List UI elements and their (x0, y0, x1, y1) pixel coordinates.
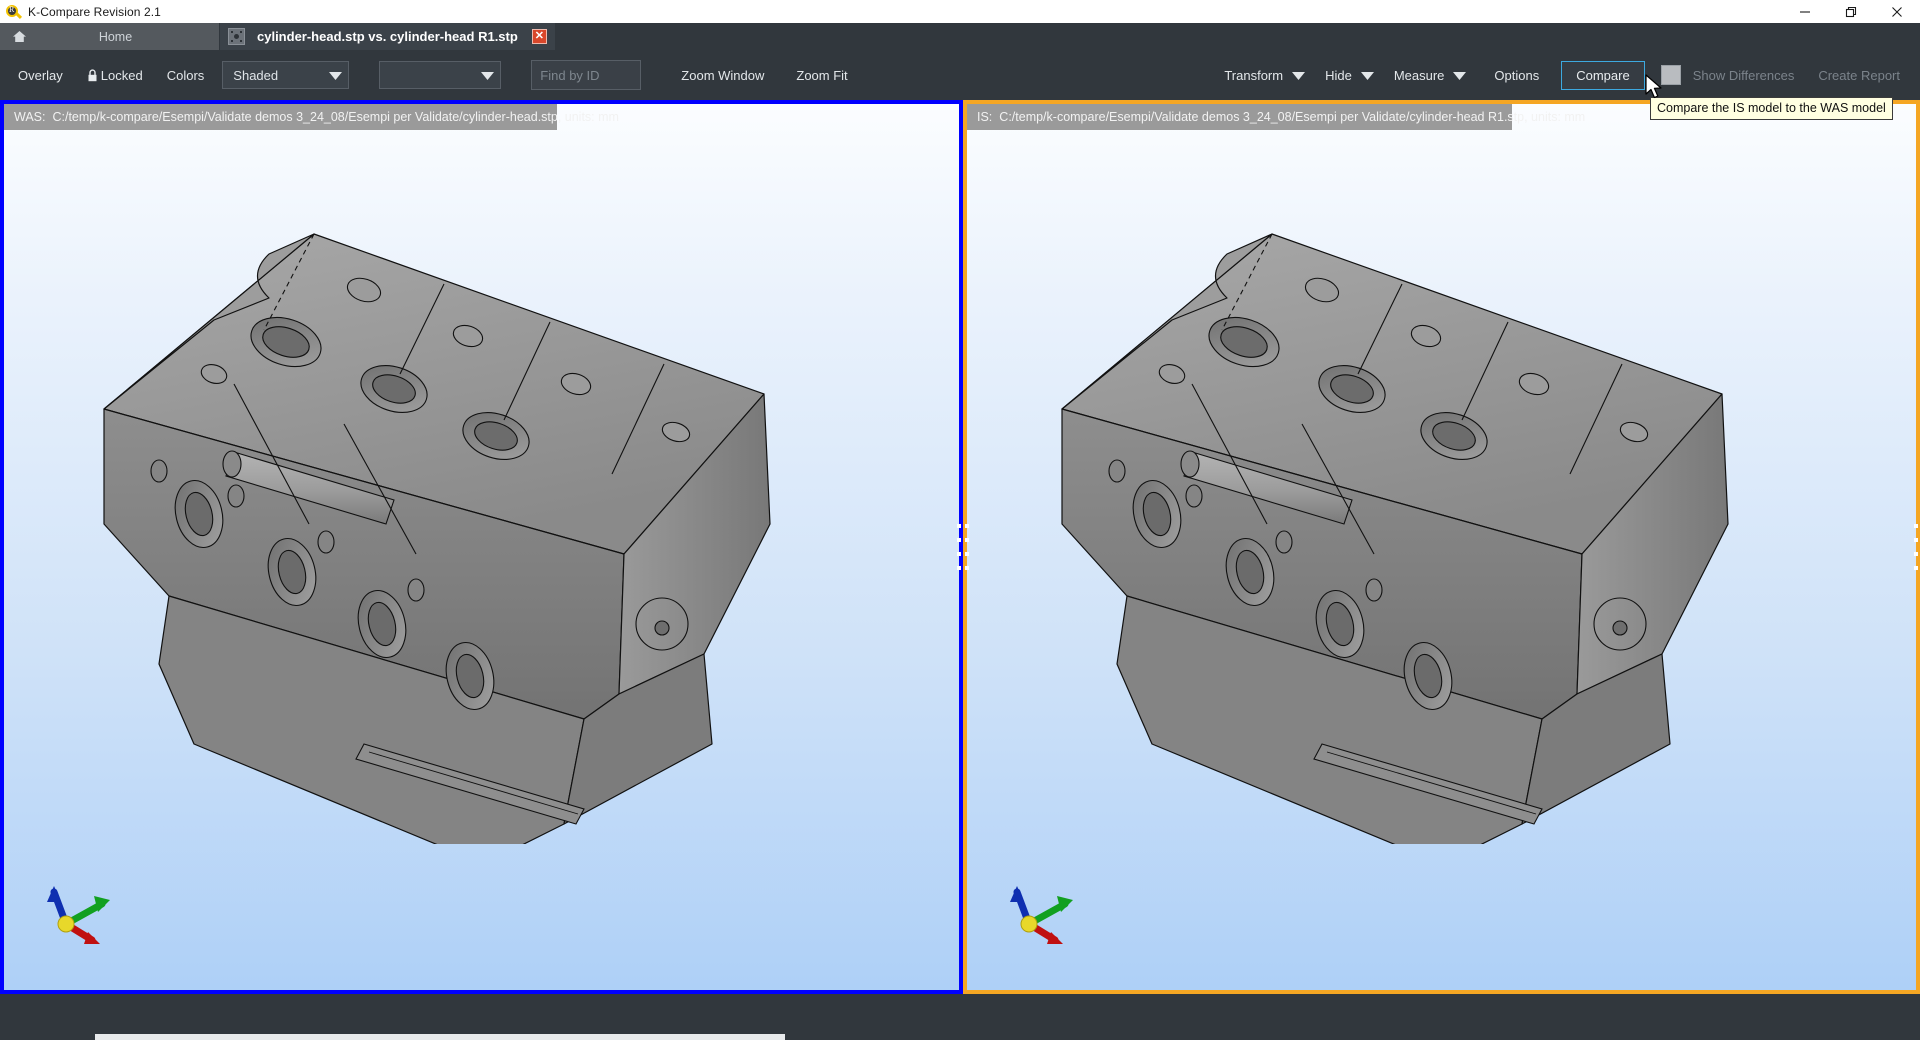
compare-label: Compare (1576, 67, 1630, 83)
show-differences-button: Show Differences (1681, 60, 1807, 90)
display-mode-value: Shaded (233, 67, 279, 83)
compare-tooltip: Compare the IS model to the WAS model (1650, 97, 1893, 120)
create-report-button: Create Report (1806, 60, 1912, 90)
create-report-label: Create Report (1818, 67, 1900, 83)
colors-button[interactable]: Colors (155, 60, 217, 90)
colors-label: Colors (166, 67, 205, 83)
chevron-down-icon (1453, 68, 1467, 83)
tab-home-label: Home (98, 29, 133, 44)
chevron-down-icon (315, 68, 343, 83)
display-mode-select[interactable]: Shaded (222, 61, 350, 89)
zoom-window-button[interactable]: Zoom Window (669, 60, 776, 90)
main-toolbar: Overlay Locked Colors Shaded Find by ID … (0, 50, 1920, 100)
measure-menu[interactable]: Measure (1384, 60, 1477, 90)
is-path-bar: IS: C:/temp/k-compare/Esempi/Validate de… (967, 104, 1585, 130)
measure-label: Measure (1393, 67, 1445, 83)
document-icon (228, 28, 245, 45)
is-viewport-panel[interactable]: IS: C:/temp/k-compare/Esempi/Validate de… (963, 100, 1920, 994)
minimize-icon[interactable] (1782, 0, 1828, 23)
taskbar-strip (95, 1034, 785, 1040)
overlay-label: Overlay (18, 67, 63, 83)
show-differences-checkbox[interactable] (1660, 65, 1681, 85)
was-viewport-panel[interactable]: WAS: C:/temp/k-compare/Esempi/Validate d… (0, 100, 963, 994)
was-path-bar: WAS: C:/temp/k-compare/Esempi/Validate d… (4, 104, 619, 130)
transform-label: Transform (1224, 67, 1284, 83)
locked-label: Locked (100, 67, 143, 83)
transform-menu[interactable]: Transform (1214, 60, 1315, 90)
cylinder-head-3d-model (103, 233, 771, 844)
axis-triad-icon (1003, 882, 1083, 952)
compare-button[interactable]: Compare (1561, 60, 1645, 90)
close-icon[interactable] (1874, 0, 1920, 23)
is-viewport-canvas[interactable]: IS: C:/temp/k-compare/Esempi/Validate de… (967, 104, 1916, 990)
tab-close-icon[interactable]: ✕ (531, 29, 547, 44)
locked-button[interactable]: Locked (75, 60, 155, 90)
options-label: Options (1494, 67, 1540, 83)
chevron-down-icon (1360, 68, 1374, 83)
axis-triad-icon (40, 882, 120, 952)
lock-icon (87, 68, 98, 82)
status-bar (0, 994, 1920, 1040)
tab-home[interactable]: Home (0, 23, 220, 50)
options-button[interactable]: Options (1482, 60, 1551, 90)
zoom-fit-button[interactable]: Zoom Fit (784, 60, 859, 90)
was-viewport-canvas[interactable]: WAS: C:/temp/k-compare/Esempi/Validate d… (4, 104, 959, 990)
tab-strip: Home cylinder-head.stp vs. cylinder-head… (0, 23, 1920, 50)
home-icon (10, 30, 28, 43)
zoom-window-label: Zoom Window (681, 67, 765, 83)
was-path-value: C:/temp/k-compare/Esempi/Validate demos … (52, 110, 619, 124)
find-by-id-field[interactable] (531, 60, 642, 90)
right-edge-handle[interactable] (1914, 524, 1918, 570)
was-path-key: WAS: (14, 110, 46, 124)
tab-compare-label: cylinder-head.stp vs. cylinder-head R1.s… (257, 29, 518, 44)
magnifier-r-icon (6, 4, 23, 20)
hide-menu[interactable]: Hide (1315, 60, 1384, 90)
is-splitter-handle[interactable] (965, 524, 969, 570)
show-differences-label: Show Differences (1692, 67, 1795, 83)
application-window: K-Compare Revision 2.1 (0, 0, 1920, 1040)
tab-compare-document[interactable]: cylinder-head.stp vs. cylinder-head R1.s… (220, 23, 556, 50)
was-splitter-handle[interactable] (957, 524, 961, 570)
cylinder-head-3d-model (1061, 233, 1729, 844)
find-by-id-input[interactable] (540, 67, 633, 83)
zoom-fit-label: Zoom Fit (796, 67, 848, 83)
compare-tooltip-text: Compare the IS model to the WAS model (1657, 101, 1886, 115)
overlay-button[interactable]: Overlay (6, 60, 75, 90)
is-path-key: IS: (977, 110, 993, 124)
chevron-down-icon (1292, 68, 1306, 83)
title-bar: K-Compare Revision 2.1 (0, 0, 1920, 23)
viewport-area: WAS: C:/temp/k-compare/Esempi/Validate d… (0, 100, 1920, 994)
hide-label: Hide (1325, 67, 1352, 83)
chevron-down-icon (467, 68, 495, 83)
secondary-select[interactable] (379, 61, 502, 89)
window-controls (1782, 0, 1920, 23)
window-title: K-Compare Revision 2.1 (28, 4, 161, 19)
is-path-value: C:/temp/k-compare/Esempi/Validate demos … (999, 110, 1586, 124)
maximize-icon[interactable] (1828, 0, 1874, 23)
